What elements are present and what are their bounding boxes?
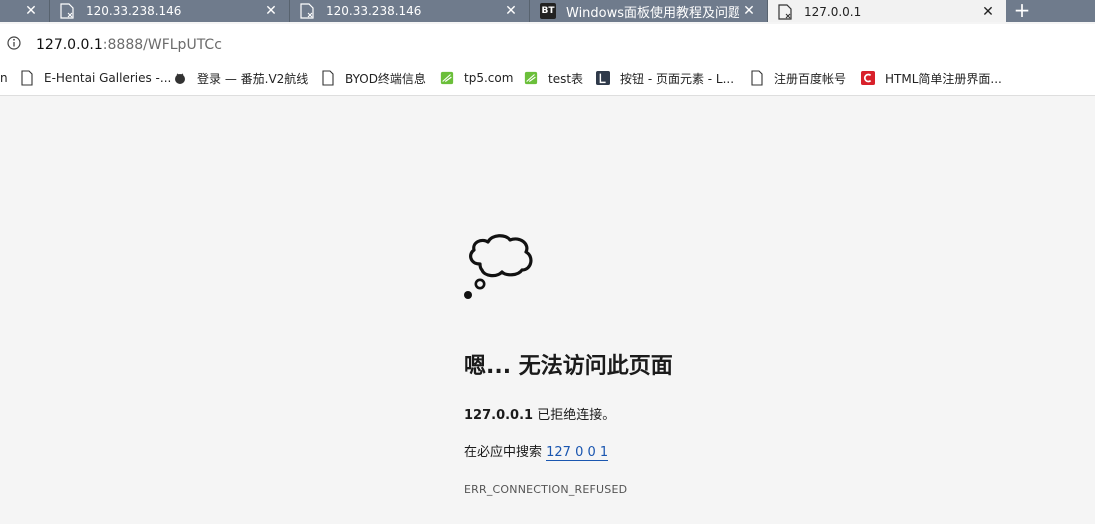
page-icon [20, 70, 34, 86]
bookmark-3[interactable]: BYOD终端信息 [321, 69, 426, 87]
bookmark-label: 按钮 - 页面元素 - L... [620, 71, 735, 86]
bookmark-6[interactable]: 按钮 - 页面元素 - L... [596, 69, 734, 87]
page-icon [750, 70, 764, 86]
url-text[interactable]: 127.0.0.1:8888/WFLpUTCc [36, 37, 222, 53]
bt-panel-icon: BT [540, 3, 556, 19]
tab-close-button[interactable]: ✕ [21, 3, 41, 19]
leaf-icon [524, 70, 538, 86]
tab-title: 120.33.238.146 [326, 4, 422, 18]
error-host: 127.0.0.1 [464, 408, 534, 423]
bookmark-label: tp5.com [464, 71, 514, 85]
new-tab-button[interactable]: + [1008, 0, 1036, 22]
bookmark-label: test表 [548, 71, 584, 86]
bookmark-4[interactable]: tp5.com [440, 69, 513, 87]
search-suggestion: 在必应中搜索 127 0 0 1 [464, 441, 609, 461]
tab-4[interactable]: BT Windows面板使用教程及问题汇总 ✕ [530, 0, 768, 22]
tomato-icon [173, 70, 187, 86]
bookmark-label: 注册百度帐号 [774, 71, 847, 86]
bookmark-8[interactable]: HTML简单注册界面... [861, 69, 1002, 87]
bookmark-label: BYOD终端信息 [345, 71, 426, 86]
address-bar[interactable]: 127.0.0.1:8888/WFLpUTCc [0, 24, 1095, 60]
url-host: 127.0.0.1 [36, 37, 103, 53]
bookmark-label: 登录 — 番茄.V2航线 [197, 71, 309, 86]
bookmarks-bar: n E-Hentai Galleries -... 登录 — 番茄.V2航线 B… [0, 60, 1095, 96]
tab-title: 120.33.238.146 [86, 4, 182, 18]
search-prefix: 在必应中搜索 [464, 445, 547, 460]
tab-1[interactable]: ✕ [0, 0, 50, 22]
tab-5-active[interactable]: 127.0.0.1 ✕ [768, 0, 1006, 22]
tab-strip: ✕ 120.33.238.146 ✕ 120.33.238.146 ✕ BT W… [0, 0, 1095, 22]
bing-search-link[interactable]: 127 0 0 1 [546, 445, 609, 461]
error-title: 嗯... 无法访问此页面 [464, 354, 673, 379]
bookmark-label: HTML简单注册界面... [885, 71, 1002, 86]
bookmark-7[interactable]: 注册百度帐号 [750, 69, 846, 87]
tab-title: Windows面板使用教程及问题汇总 [566, 5, 739, 21]
page-icon [321, 70, 335, 86]
error-refused-text: 已拒绝连接。 [533, 408, 616, 423]
bookmark-0[interactable]: n [0, 69, 8, 87]
bookmark-2[interactable]: 登录 — 番茄.V2航线 [173, 69, 308, 87]
bookmark-5[interactable]: test表 [524, 69, 583, 87]
bookmark-label: n [0, 71, 8, 85]
bookmark-label: E-Hentai Galleries -... [44, 71, 172, 85]
layui-icon [596, 70, 610, 86]
tab-3[interactable]: 120.33.238.146 ✕ [290, 0, 530, 22]
c-icon [861, 70, 875, 86]
broken-page-icon [300, 3, 314, 19]
tab-close-button[interactable]: ✕ [978, 4, 998, 20]
url-path: :8888/WFLpUTCc [102, 37, 222, 53]
bookmark-1[interactable]: E-Hentai Galleries -... [20, 69, 171, 87]
info-icon[interactable] [7, 36, 21, 50]
tab-close-button[interactable]: ✕ [261, 3, 281, 19]
tab-title: 127.0.0.1 [804, 5, 862, 19]
tab-close-button[interactable]: ✕ [501, 3, 521, 19]
tab-close-button[interactable]: ✕ [739, 3, 759, 19]
broken-page-icon [778, 4, 792, 20]
error-code: ERR_CONNECTION_REFUSED [464, 483, 628, 496]
error-message: 127.0.0.1 已拒绝连接。 [464, 404, 615, 423]
broken-page-icon [60, 3, 74, 19]
leaf-icon [440, 70, 454, 86]
tab-2[interactable]: 120.33.238.146 ✕ [50, 0, 290, 22]
thought-cloud-icon [464, 234, 533, 299]
